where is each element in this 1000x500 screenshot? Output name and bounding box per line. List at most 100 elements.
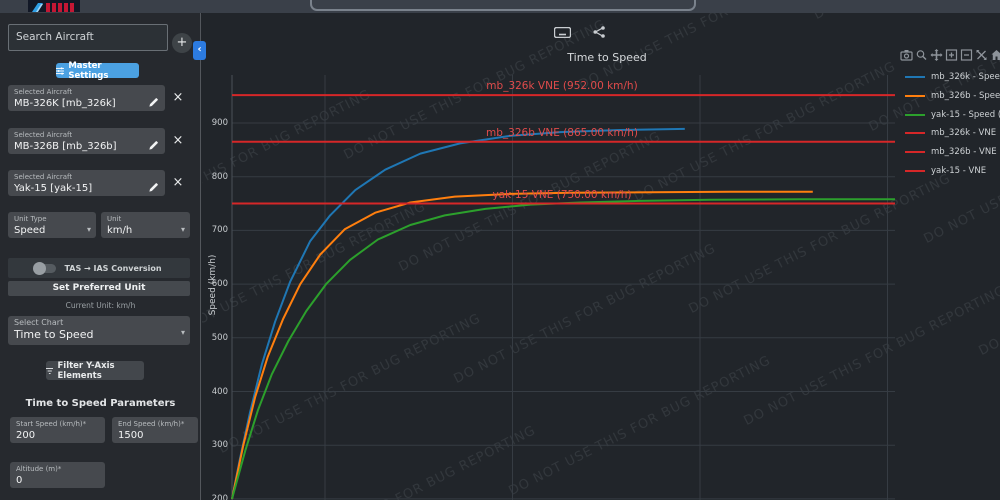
- y-tick-label: 400: [204, 387, 228, 397]
- unit-select[interactable]: Unit km/h ▾: [101, 212, 190, 238]
- remove-aircraft-button[interactable]: ×: [171, 134, 185, 148]
- legend-item[interactable]: mb_326b - Speed (TAS): [905, 87, 1000, 106]
- y-tick-label: 300: [204, 440, 228, 450]
- altitude-value: 0: [16, 474, 99, 487]
- app-logo: [28, 0, 80, 12]
- sidebar: Search Aircraft + Master Settings Select…: [0, 13, 201, 500]
- share-icon[interactable]: [593, 23, 605, 42]
- speed-series-line: [232, 129, 685, 499]
- vne-annotation: yak-15 VNE (750.00 km/h): [493, 189, 632, 201]
- legend-item[interactable]: yak-15 - Speed (TAS): [905, 105, 1000, 124]
- toggle-knob: [33, 262, 46, 275]
- start-speed-value: 200: [16, 429, 99, 442]
- legend-item[interactable]: mb_326k - Speed (TAS): [905, 68, 1000, 87]
- master-settings-label: Master Settings: [68, 61, 139, 81]
- legend-label: mb_326b - VNE: [931, 147, 997, 157]
- selected-aircraft-label: Selected Aircraft: [14, 88, 159, 96]
- chart-title: Time to Speed: [567, 51, 646, 64]
- legend-label: yak-15 - VNE: [931, 166, 986, 176]
- zoom-out-icon[interactable]: [960, 46, 973, 65]
- unit-type-label: Unit Type: [14, 215, 90, 223]
- current-unit-text: Current Unit: km/h: [0, 301, 201, 310]
- reset-axes-icon[interactable]: [990, 46, 1000, 65]
- legend-item[interactable]: yak-15 - VNE: [905, 161, 1000, 180]
- vne-annotation: mb_326k VNE (952.00 km/h): [486, 80, 637, 92]
- unit-label: Unit: [107, 215, 184, 223]
- plot-modebar: [900, 46, 1000, 65]
- legend-swatch: [905, 114, 925, 116]
- browser-top-strip: [0, 0, 1000, 14]
- altitude-label: Altitude (m)*: [16, 465, 99, 473]
- chevron-down-icon: ▾: [87, 225, 91, 234]
- legend-swatch: [905, 132, 925, 134]
- set-preferred-unit-button[interactable]: Set Preferred Unit: [8, 281, 190, 296]
- edit-pencil-icon[interactable]: [148, 136, 159, 155]
- chart-legend: mb_326k - Speed (TAS) mb_326b - Speed (T…: [905, 68, 1000, 180]
- camera-icon[interactable]: [900, 46, 913, 65]
- legend-label: mb_326k - Speed (TAS): [931, 72, 1000, 82]
- legend-label: mb_326b - Speed (TAS): [931, 91, 1000, 101]
- selected-aircraft-value: MB-326K [mb_326k]: [14, 97, 159, 110]
- y-tick-label: 900: [204, 118, 228, 128]
- y-axis-title: Speed (km/h): [208, 255, 218, 316]
- search-aircraft-input[interactable]: Search Aircraft: [8, 24, 168, 51]
- zoom-in-icon[interactable]: [945, 46, 958, 65]
- filter-y-axis-button[interactable]: Filter Y-Axis Elements: [46, 361, 144, 380]
- unit-type-value: Speed: [14, 224, 90, 237]
- legend-swatch: [905, 76, 925, 78]
- select-chart-label: Select Chart: [14, 319, 184, 327]
- legend-swatch: [905, 151, 925, 153]
- chevron-down-icon: ▾: [181, 225, 185, 234]
- add-aircraft-button[interactable]: +: [172, 33, 192, 53]
- selected-aircraft-label: Selected Aircraft: [14, 173, 159, 181]
- selected-aircraft-label: Selected Aircraft: [14, 131, 159, 139]
- unit-type-select[interactable]: Unit Type Speed ▾: [8, 212, 96, 238]
- keyboard-icon[interactable]: [554, 23, 571, 42]
- select-chart-value: Time to Speed: [14, 328, 184, 341]
- legend-swatch: [905, 95, 925, 97]
- tas-ias-toggle-row: TAS → IAS Conversion: [8, 258, 190, 278]
- end-speed-value: 1500: [118, 429, 192, 442]
- selected-aircraft-value: MB-326B [mb_326b]: [14, 140, 159, 153]
- selected-aircraft-card[interactable]: Selected Aircraft MB-326K [mb_326k]: [8, 85, 165, 111]
- legend-swatch: [905, 170, 925, 172]
- zoom-icon[interactable]: [915, 46, 928, 65]
- filter-y-axis-label: Filter Y-Axis Elements: [57, 361, 144, 381]
- y-tick-label: 800: [204, 172, 228, 182]
- tas-ias-toggle-label: TAS → IAS Conversion: [64, 264, 161, 273]
- y-tick-label: 500: [204, 333, 228, 343]
- filter-icon: [46, 367, 53, 375]
- vne-annotation: mb_326b VNE (865.00 km/h): [486, 127, 638, 139]
- params-section-title: Time to Speed Parameters: [0, 398, 201, 409]
- unit-value: km/h: [107, 224, 184, 237]
- tas-ias-toggle[interactable]: [36, 264, 56, 273]
- legend-label: mb_326k - VNE: [931, 128, 996, 138]
- selected-aircraft-card[interactable]: Selected Aircraft Yak-15 [yak-15]: [8, 170, 165, 196]
- selected-aircraft-card[interactable]: Selected Aircraft MB-326B [mb_326b]: [8, 128, 165, 154]
- remove-aircraft-button[interactable]: ×: [171, 176, 185, 190]
- legend-item[interactable]: mb_326k - VNE: [905, 124, 1000, 143]
- start-speed-field[interactable]: Start Speed (km/h)* 200: [10, 417, 105, 443]
- tune-icon: [56, 67, 64, 75]
- speed-series-line: [232, 192, 813, 499]
- altitude-field[interactable]: Altitude (m)* 0: [10, 462, 105, 488]
- legend-label: yak-15 - Speed (TAS): [931, 110, 1000, 120]
- start-speed-label: Start Speed (km/h)*: [16, 420, 99, 428]
- edit-pencil-icon[interactable]: [148, 178, 159, 197]
- edit-pencil-icon[interactable]: [148, 93, 159, 112]
- remove-aircraft-button[interactable]: ×: [171, 91, 185, 105]
- select-chart-dropdown[interactable]: Select Chart Time to Speed ▾: [8, 316, 190, 345]
- chevron-down-icon: ▾: [181, 328, 185, 337]
- end-speed-label: End Speed (km/h)*: [118, 420, 192, 428]
- y-tick-label: 200: [204, 494, 228, 500]
- pan-icon[interactable]: [930, 46, 943, 65]
- browser-address-bar[interactable]: [310, 0, 696, 11]
- chart-panel: DO NOT USE THIS FOR BUG REPORTINGDO NOT …: [202, 13, 1000, 500]
- legend-item[interactable]: mb_326b - VNE: [905, 143, 1000, 162]
- end-speed-field[interactable]: End Speed (km/h)* 1500: [112, 417, 198, 443]
- master-settings-button[interactable]: Master Settings: [56, 63, 139, 78]
- autoscale-icon[interactable]: [975, 46, 988, 65]
- sidebar-collapse-button[interactable]: ‹: [193, 41, 206, 60]
- selected-aircraft-value: Yak-15 [yak-15]: [14, 182, 159, 195]
- app-window: Search Aircraft + Master Settings Select…: [0, 0, 1000, 500]
